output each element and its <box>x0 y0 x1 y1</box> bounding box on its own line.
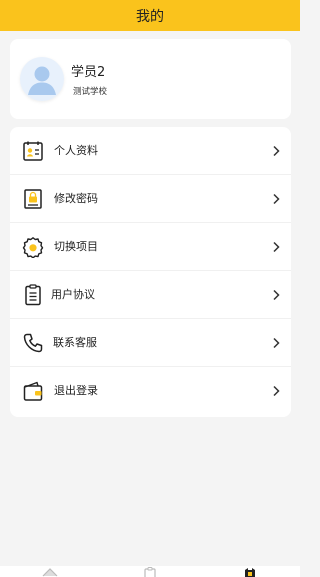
page-title: 我的 <box>136 8 164 25</box>
agreement-document-icon <box>25 284 41 306</box>
menu-item-profile[interactable]: 个人资料 <box>10 127 291 175</box>
menu-item-label: 退出登录 <box>54 384 98 397</box>
home-icon[interactable] <box>42 567 58 577</box>
chevron-right-icon <box>273 193 280 205</box>
phone-icon <box>23 333 43 353</box>
menu-item-label: 联系客服 <box>53 336 97 349</box>
chevron-right-icon <box>273 385 280 397</box>
avatar[interactable] <box>20 57 64 101</box>
menu-item-contact-support[interactable]: 联系客服 <box>10 319 291 367</box>
gear-icon <box>22 237 44 258</box>
clipboard-icon[interactable] <box>142 567 158 577</box>
chevron-right-icon <box>273 241 280 253</box>
menu-item-logout[interactable]: 退出登录 <box>10 367 291 415</box>
password-lock-icon <box>24 189 42 209</box>
chevron-right-icon <box>273 145 280 157</box>
menu-item-label: 切换项目 <box>54 240 98 253</box>
chevron-right-icon <box>273 289 280 301</box>
menu-item-label: 个人资料 <box>54 144 98 157</box>
menu-item-label: 修改密码 <box>54 192 98 205</box>
profile-tab-icon[interactable] <box>242 567 258 577</box>
user-name: 学员2 <box>71 65 106 80</box>
menu-list: 个人资料 修改密码 切换项目 用户协议 联系客服 退出登录 <box>10 127 291 417</box>
menu-item-label: 用户协议 <box>51 288 95 301</box>
menu-item-change-password[interactable]: 修改密码 <box>10 175 291 223</box>
chevron-right-icon <box>273 337 280 349</box>
bottom-tab-bar <box>0 566 300 577</box>
user-school: 测试学校 <box>73 87 108 97</box>
wallet-logout-icon <box>23 381 43 401</box>
menu-item-user-agreement[interactable]: 用户协议 <box>10 271 291 319</box>
menu-item-switch-project[interactable]: 切换项目 <box>10 223 291 271</box>
profile-card-icon <box>23 141 43 161</box>
profile-card[interactable]: 学员2 测试学校 <box>10 39 291 119</box>
default-avatar-icon <box>20 57 64 101</box>
app-header: 我的 <box>0 0 300 31</box>
